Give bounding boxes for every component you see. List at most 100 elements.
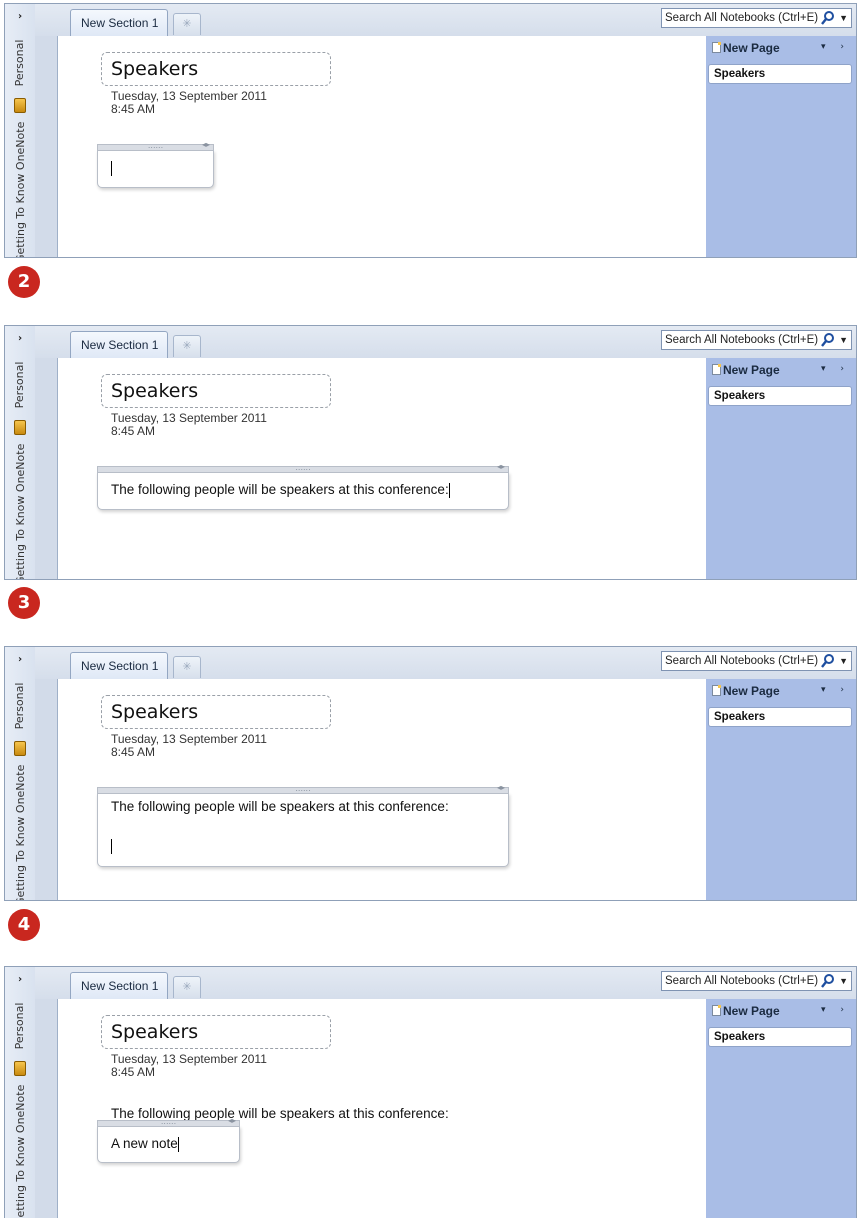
section-tab-new-section-1[interactable]: New Section 1 — [70, 972, 168, 999]
notebook-personal[interactable]: Personal — [13, 38, 27, 88]
notebook-getting-to-know[interactable]: Getting To Know OneNote — [14, 736, 28, 900]
section-tab-bar: New Section 1 ✳ Search All Notebooks (Ct… — [35, 967, 856, 1000]
page-canvas[interactable]: Speakers Tuesday, 13 September 2011 8:45… — [57, 679, 707, 900]
page-canvas[interactable]: Speakers Tuesday, 13 September 2011 8:45… — [57, 358, 707, 579]
expand-nav-button[interactable]: › — [5, 11, 35, 22]
note-resize-handle[interactable]: ◂▸ — [202, 140, 210, 149]
new-section-tab[interactable]: ✳ — [173, 335, 201, 357]
note-resize-handle[interactable]: ◂▸ — [497, 783, 505, 792]
page-list-item-speakers[interactable]: Speakers — [708, 64, 852, 84]
pages-pane-arrows[interactable]: ▾ › — [821, 42, 850, 52]
search-placeholder: Search All Notebooks (Ctrl+E) — [665, 655, 819, 667]
text-cursor — [448, 482, 450, 498]
onenote-window-step-3: › Personal Getting To Know OneNote New S… — [4, 646, 857, 901]
search-scope-dropdown[interactable]: ▼ — [839, 972, 848, 990]
search-icon[interactable] — [820, 332, 836, 348]
page-list-item-speakers[interactable]: Speakers — [708, 707, 852, 727]
new-page-label: New Page — [723, 363, 780, 377]
page-title[interactable]: Speakers — [101, 1015, 331, 1049]
page-list-item-speakers[interactable]: Speakers — [708, 1027, 852, 1047]
page-time-text: 8:45 AM — [111, 102, 156, 116]
search-icon[interactable] — [820, 973, 836, 989]
notebook-personal[interactable]: Personal — [13, 681, 27, 731]
note-drag-bar[interactable]: ...... ◂▸ — [97, 1116, 240, 1127]
search-scope-dropdown[interactable]: ▼ — [839, 9, 848, 27]
page-title[interactable]: Speakers — [101, 374, 331, 408]
search-notebooks-input[interactable]: Search All Notebooks (Ctrl+E) ▼ — [661, 971, 852, 991]
section-tab-new-section-1[interactable]: New Section 1 — [70, 652, 168, 679]
page-time-text: 8:45 AM — [111, 1065, 156, 1079]
section-tab-bar: New Section 1 ✳ Search All Notebooks (Ct… — [35, 647, 856, 680]
text-cursor — [111, 838, 112, 854]
note-drag-bar[interactable]: ...... ◂▸ — [97, 462, 509, 473]
expand-nav-button[interactable]: › — [5, 974, 35, 985]
notebook-getting-to-know[interactable]: Getting To Know OneNote — [14, 93, 28, 257]
note-container[interactable]: ...... ◂▸ The following people will be s… — [97, 462, 509, 510]
page-date: Tuesday, 13 September 2011 8:45 AM — [111, 733, 267, 759]
search-notebooks-input[interactable]: Search All Notebooks (Ctrl+E) ▼ — [661, 330, 852, 350]
search-notebooks-input[interactable]: Search All Notebooks (Ctrl+E) ▼ — [661, 8, 852, 28]
new-page-label: New Page — [723, 1004, 780, 1018]
search-icon[interactable] — [820, 10, 836, 26]
pages-pane-arrows[interactable]: ▾ › — [821, 364, 850, 374]
note-drag-bar[interactable]: ...... ◂▸ — [97, 783, 509, 794]
search-icon[interactable] — [820, 653, 836, 669]
note-resize-handle[interactable]: ◂▸ — [497, 462, 505, 471]
new-page-label: New Page — [723, 684, 780, 698]
page-title[interactable]: Speakers — [101, 52, 331, 86]
new-note-text[interactable]: A new note — [111, 1136, 179, 1152]
page-canvas[interactable]: Speakers Tuesday, 13 September 2011 8:45… — [57, 999, 707, 1218]
new-note-container[interactable]: ...... ◂▸ A new note — [97, 1116, 240, 1163]
section-tab-new-section-1[interactable]: New Section 1 — [70, 9, 168, 36]
new-page-button[interactable]: New Page — [712, 41, 780, 55]
new-page-button[interactable]: New Page — [712, 1004, 780, 1018]
page-margin — [35, 679, 57, 900]
new-page-button[interactable]: New Page — [712, 684, 780, 698]
new-section-tab[interactable]: ✳ — [173, 976, 201, 998]
page-title[interactable]: Speakers — [101, 695, 331, 729]
note-grip: ...... — [160, 1117, 177, 1126]
note-container[interactable]: ...... ◂▸ The following people will be s… — [97, 783, 509, 867]
notebook-nav-pane: › Personal Getting To Know OneNote — [5, 326, 36, 579]
notebook-nav-pane: › Personal Getting To Know OneNote — [5, 647, 36, 900]
expand-nav-button[interactable]: › — [5, 654, 35, 665]
note-text[interactable]: The following people will be speakers at… — [111, 482, 450, 498]
new-section-tab[interactable]: ✳ — [173, 13, 201, 35]
notebook-nav-pane: › Personal Getting To Know OneNote — [5, 4, 36, 257]
page-date: Tuesday, 13 September 2011 8:45 AM — [111, 90, 267, 116]
expand-nav-button[interactable]: › — [5, 333, 35, 344]
notebook-getting-to-know[interactable]: Getting To Know OneNote — [14, 415, 28, 579]
notebook-personal[interactable]: Personal — [13, 360, 27, 410]
page-tabs-pane: New Page ▾ › Speakers — [706, 36, 856, 257]
notebook-personal[interactable]: Personal — [13, 1001, 27, 1051]
new-page-icon — [712, 1005, 721, 1016]
step-badge-4: 4 — [8, 909, 40, 941]
search-notebooks-input[interactable]: Search All Notebooks (Ctrl+E) ▼ — [661, 651, 852, 671]
note-container[interactable]: ...... ◂▸ — [97, 140, 214, 188]
note-sentence[interactable]: The following people will be speakers at… — [111, 799, 449, 814]
new-page-icon — [712, 685, 721, 696]
new-section-tab[interactable]: ✳ — [173, 656, 201, 678]
note-drag-bar[interactable]: ...... ◂▸ — [97, 140, 214, 151]
new-page-label: New Page — [723, 41, 780, 55]
page-time-text: 8:45 AM — [111, 745, 156, 759]
search-scope-dropdown[interactable]: ▼ — [839, 331, 848, 349]
section-tab-new-section-1[interactable]: New Section 1 — [70, 331, 168, 358]
section-tab-bar: New Section 1 ✳ Search All Notebooks (Ct… — [35, 326, 856, 359]
page-margin — [35, 36, 57, 257]
page-margin — [35, 358, 57, 579]
page-canvas[interactable]: Speakers Tuesday, 13 September 2011 8:45… — [57, 36, 707, 257]
search-scope-dropdown[interactable]: ▼ — [839, 652, 848, 670]
page-time-text: 8:45 AM — [111, 424, 156, 438]
page-date: Tuesday, 13 September 2011 8:45 AM — [111, 1053, 267, 1079]
pages-pane-arrows[interactable]: ▾ › — [821, 685, 850, 695]
page-margin — [35, 999, 57, 1218]
page-list-item-speakers[interactable]: Speakers — [708, 386, 852, 406]
pages-pane-arrows[interactable]: ▾ › — [821, 1005, 850, 1015]
search-placeholder: Search All Notebooks (Ctrl+E) — [665, 12, 819, 24]
step-badge-2: 2 — [8, 266, 40, 298]
notebook-getting-to-know[interactable]: Getting To Know OneNote — [14, 1056, 28, 1218]
new-page-button[interactable]: New Page — [712, 363, 780, 377]
note-resize-handle[interactable]: ◂▸ — [228, 1116, 236, 1125]
step-badge-3: 3 — [8, 587, 40, 619]
